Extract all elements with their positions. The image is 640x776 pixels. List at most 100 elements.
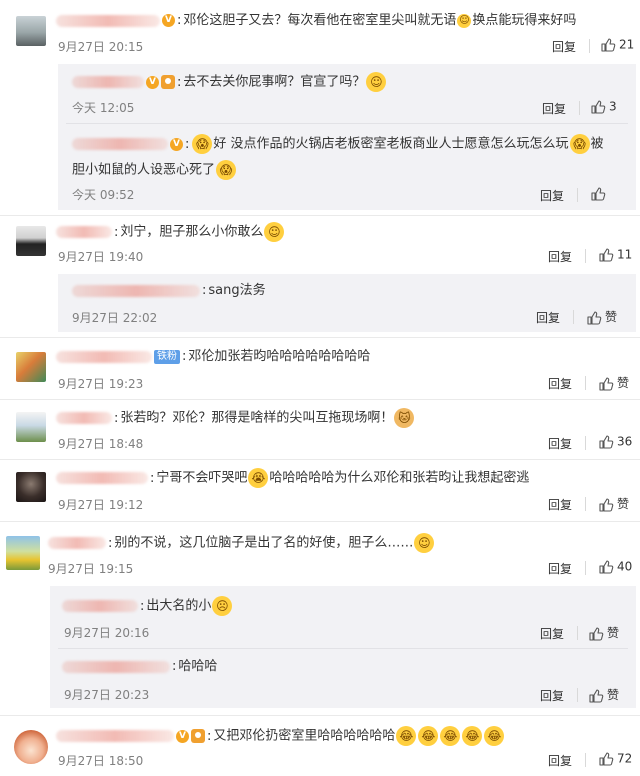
divider	[0, 715, 640, 716]
comment-text: : 别的不说，这几位脑子是出了名的好使，胆子么…… ☺	[48, 533, 435, 553]
reply-button[interactable]: 回复	[548, 560, 572, 577]
face-emoji-icon: ☺	[457, 13, 472, 28]
divider	[577, 688, 578, 702]
username[interactable]	[72, 138, 168, 150]
thumbs-up-icon	[598, 497, 614, 513]
divider	[585, 249, 586, 263]
face-emoji-icon: ☹	[212, 596, 233, 616]
laughing-emoji-icon: 😂	[484, 726, 505, 746]
reply-button[interactable]: 回复	[548, 435, 572, 452]
reply-button[interactable]: 回复	[548, 375, 572, 392]
username[interactable]	[56, 730, 174, 742]
comment-text: 铁粉: 邓伦加张若昀哈哈哈哈哈哈哈哈	[56, 348, 370, 366]
comment-time: 9月27日 19:12	[58, 498, 144, 512]
like-button[interactable]: 赞	[598, 495, 629, 513]
like-button[interactable]	[590, 186, 609, 202]
like-button[interactable]: 36	[598, 434, 632, 450]
thumbs-up-icon	[588, 688, 604, 704]
reply-button[interactable]: 回复	[552, 38, 576, 55]
avatar[interactable]	[16, 472, 46, 502]
crying-emoji-icon: 😭	[248, 468, 269, 488]
face-emoji-icon: ☺	[366, 72, 387, 92]
divider	[585, 376, 586, 390]
divider	[579, 101, 580, 115]
comment-time: 9月27日 19:40	[58, 250, 144, 264]
comment-text: : 宁哥不会吓哭吧 😭 哈哈哈哈哈为什么邓伦和张若昀让我想起密逃	[56, 468, 529, 488]
avatar[interactable]	[16, 16, 46, 46]
laughing-emoji-icon: 😂	[396, 726, 417, 746]
like-button[interactable]: 72	[598, 751, 632, 767]
avatar[interactable]	[16, 412, 46, 442]
divider	[585, 497, 586, 511]
like-button[interactable]: 21	[600, 37, 634, 53]
thumbs-up-icon	[600, 37, 616, 53]
comment-text: : 刘宁，胆子那么小你敢么 ☺	[56, 222, 285, 242]
username[interactable]	[56, 350, 152, 363]
reply-button[interactable]: 回复	[548, 496, 572, 513]
username[interactable]	[62, 660, 170, 673]
username[interactable]	[56, 14, 160, 27]
reply-button[interactable]: 回复	[548, 248, 572, 265]
reply-button[interactable]: 回复	[542, 100, 566, 117]
comment-text: : 张若昀？邓伦？那得是啥样的尖叫互拖现场啊！ 🐱	[56, 408, 415, 428]
username[interactable]	[72, 76, 144, 88]
thumbs-up-icon	[586, 310, 602, 326]
thumbs-up-icon	[598, 376, 614, 392]
crying-emoji-icon: 😱	[216, 160, 237, 180]
comment-time: 9月27日 19:23	[58, 377, 144, 391]
username[interactable]	[56, 412, 112, 424]
like-button[interactable]: 赞	[588, 624, 619, 642]
reply-text: V: 😱 好 没点作品的火锅店老板密室老板商业人士愿意怎么玩怎么玩 😱 被	[72, 134, 604, 154]
fan-icon	[191, 729, 205, 743]
reply-text-line2: 胆小如鼠的人设恶心死了 😱	[72, 160, 237, 180]
verified-icon: V	[162, 14, 175, 27]
like-button[interactable]: 40	[598, 559, 632, 575]
thumbs-up-icon	[590, 186, 606, 202]
like-button[interactable]: 赞	[588, 686, 619, 704]
divider	[0, 521, 640, 522]
fan-badge: 铁粉	[154, 349, 180, 364]
username[interactable]	[72, 284, 200, 297]
avatar[interactable]	[14, 730, 48, 764]
divider	[589, 39, 590, 53]
like-button[interactable]: 赞	[598, 374, 629, 392]
divider	[0, 215, 640, 216]
thumbs-up-icon	[598, 434, 614, 450]
thumbs-up-icon	[598, 751, 614, 767]
username[interactable]	[62, 600, 138, 612]
verified-icon: V	[170, 137, 183, 151]
divider	[577, 188, 578, 202]
avatar[interactable]	[16, 226, 46, 256]
cat-emoji-icon: 🐱	[394, 408, 415, 428]
username[interactable]	[56, 472, 148, 484]
reply-button[interactable]: 回复	[536, 309, 560, 326]
divider	[585, 436, 586, 450]
like-button[interactable]: 3	[590, 99, 617, 115]
reply-time: 9月27日 20:23	[64, 688, 150, 702]
face-emoji-icon: ☺	[264, 222, 285, 242]
like-button[interactable]: 赞	[586, 308, 617, 326]
laughing-emoji-icon: 😂	[462, 726, 483, 746]
comment-time: 9月27日 18:48	[58, 437, 144, 451]
avatar[interactable]	[6, 536, 40, 570]
reply-time: 今天 09:52	[72, 188, 135, 202]
comment-time: 9月27日 18:50	[58, 754, 144, 768]
comment-time: 9月27日 20:15	[58, 40, 144, 54]
reply-button[interactable]: 回复	[540, 687, 564, 704]
divider	[0, 399, 640, 400]
avatar[interactable]	[16, 352, 46, 382]
reply-button[interactable]: 回复	[540, 187, 564, 204]
reply-time: 9月27日 22:02	[72, 311, 158, 325]
username[interactable]	[56, 226, 112, 238]
crying-emoji-icon: 😱	[569, 134, 590, 154]
comment-text: V: 又把邓伦扔密室里哈哈哈哈哈哈 😂 😂 😂 😂 😂	[56, 726, 505, 746]
thumbs-up-icon	[598, 559, 614, 575]
reply-button[interactable]: 回复	[540, 625, 564, 642]
username[interactable]	[48, 537, 106, 549]
divider	[585, 561, 586, 575]
comment-time: 9月27日 19:15	[48, 562, 134, 576]
divider	[585, 753, 586, 767]
like-button[interactable]: 11	[598, 247, 632, 263]
reply-button[interactable]: 回复	[548, 752, 572, 769]
thumbs-up-icon	[598, 247, 614, 263]
